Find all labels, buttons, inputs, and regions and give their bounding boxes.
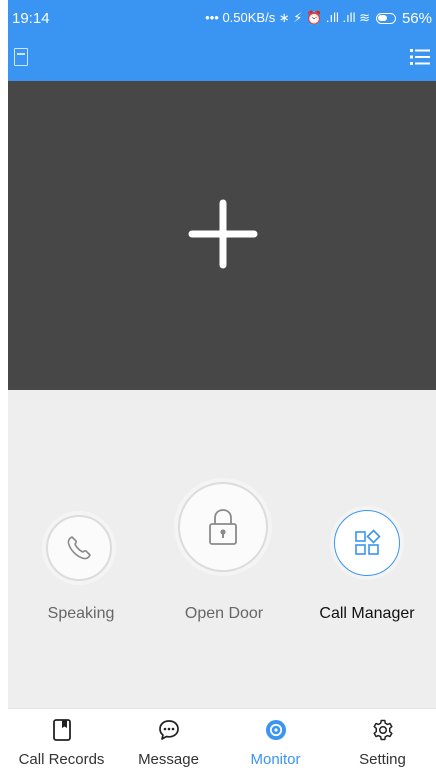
- gear-icon: [372, 719, 393, 741]
- document-icon[interactable]: [14, 48, 28, 66]
- nav-label: Message: [138, 751, 199, 768]
- battery-icon: [375, 12, 396, 24]
- chat-bubble-icon: [158, 720, 179, 740]
- nav-label: Monitor: [250, 751, 301, 768]
- open-door-label: Open Door: [184, 605, 264, 622]
- list-menu-icon[interactable]: [410, 47, 430, 67]
- nav-message[interactable]: Message: [115, 709, 222, 772]
- bookmark-icon: [52, 719, 71, 741]
- apps-grid-icon: [355, 529, 381, 555]
- nav-monitor[interactable]: Monitor: [222, 709, 329, 772]
- speaking-label: Speaking: [47, 605, 115, 622]
- phone-icon: [67, 536, 91, 560]
- nav-call-records[interactable]: Call Records: [8, 709, 115, 772]
- monitor-target-icon: [265, 720, 286, 740]
- control-panel: Speaking Open Door Call Manager: [8, 390, 436, 708]
- speaking-button[interactable]: [46, 515, 112, 581]
- nav-label: Call Records: [18, 751, 105, 768]
- call-manager-button[interactable]: [334, 510, 400, 576]
- nav-setting[interactable]: Setting: [329, 709, 436, 772]
- status-indicators: ••• 0.50KB/s ∗ ⚡ ⏰ .ıll .ıll ≋ 56%: [205, 10, 432, 27]
- status-bar: 19:14 ••• 0.50KB/s ∗ ⚡ ⏰ .ıll .ıll ≋ 56%: [8, 0, 436, 36]
- plus-icon[interactable]: [188, 199, 258, 269]
- call-manager-label: Call Manager: [319, 605, 415, 622]
- battery-percent: 56%: [401, 9, 432, 27]
- video-preview[interactable]: [8, 81, 436, 390]
- status-time: 19:14: [12, 9, 50, 27]
- padlock-icon: [209, 509, 237, 545]
- status-icons: ••• 0.50KB/s ∗ ⚡ ⏰ .ıll .ıll ≋: [205, 10, 370, 25]
- app-screen: 19:14 ••• 0.50KB/s ∗ ⚡ ⏰ .ıll .ıll ≋ 56%: [0, 0, 436, 772]
- nav-label: Setting: [359, 751, 406, 768]
- bottom-nav: Call Records Message Monitor Setting: [8, 708, 436, 772]
- app-header: [8, 36, 436, 81]
- open-door-button[interactable]: [178, 482, 268, 572]
